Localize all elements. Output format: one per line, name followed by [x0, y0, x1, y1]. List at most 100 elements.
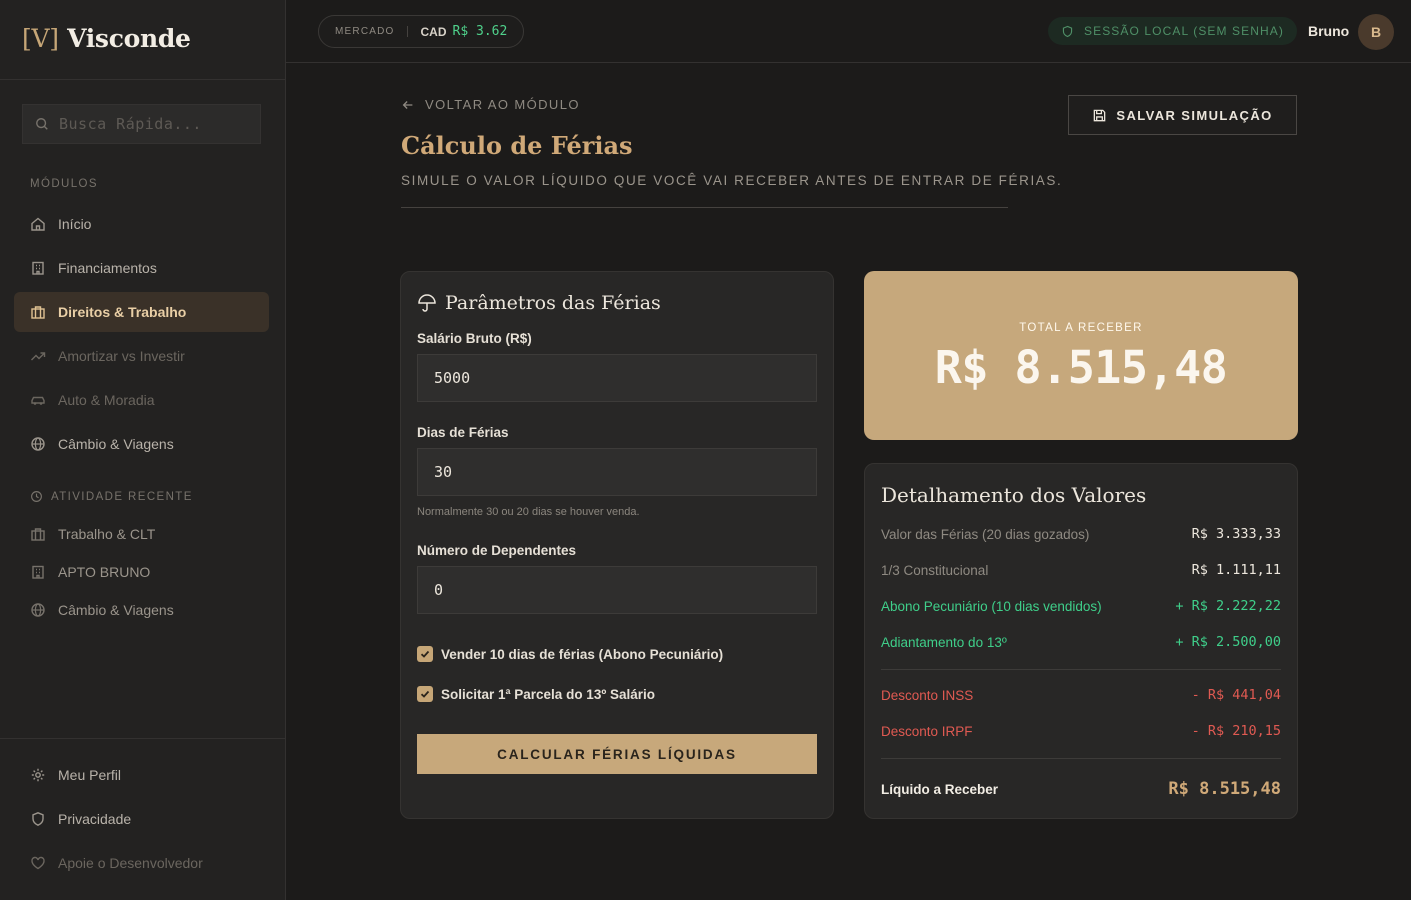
detail-row-label: Desconto IRPF [881, 723, 973, 739]
market-currency: CAD [420, 24, 447, 39]
details-divider [881, 669, 1281, 670]
building-icon [32, 565, 44, 579]
dependents-label: Número de Dependentes [417, 543, 577, 558]
back-label: VOLTAR AO MÓDULO [425, 97, 580, 112]
detail-row-label: Desconto INSS [881, 687, 974, 703]
umbrella-icon [418, 294, 436, 312]
detail-row-abono: Abono Pecuniário (10 dias vendidos) + R$… [881, 598, 1281, 614]
sidebar-item-label: Privacidade [58, 811, 132, 827]
detail-row-value: + R$ 2.222,22 [1175, 598, 1281, 614]
thirteenth-label: Solicitar 1ª Parcela do 13º Salário [441, 686, 656, 702]
days-input[interactable]: 30 [417, 448, 817, 496]
params-title-label: Parâmetros das Férias [445, 292, 661, 314]
sidebar-item-direitos-trabalho[interactable]: Direitos & Trabalho [14, 292, 269, 332]
save-simulation-button[interactable]: SALVAR SIMULAÇÃO [1068, 95, 1297, 135]
recent-heading: ATIVIDADE RECENTE [30, 490, 193, 503]
trend-up-icon [31, 352, 46, 361]
session-label: SESSÃO LOCAL (SEM SENHA) [1084, 24, 1285, 38]
sidebar-item-amortizar[interactable]: Amortizar vs Investir [14, 336, 269, 376]
sidebar-item-label: Meu Perfil [58, 767, 122, 783]
search-box[interactable]: Busca Rápida... [22, 104, 261, 144]
detail-row-value: R$ 1.111,11 [1191, 562, 1281, 578]
sidebar-item-privacidade[interactable]: Privacidade [14, 799, 269, 839]
logo-name: Visconde [67, 24, 191, 53]
detail-row-one-third: 1/3 Constitucional R$ 1.111,11 [881, 562, 1281, 578]
sidebar-item-meu-perfil[interactable]: Meu Perfil [14, 755, 269, 795]
check-icon [420, 650, 430, 658]
detail-row-value: + R$ 2.500,00 [1175, 634, 1281, 650]
total-value: R$ 8.515,48 [934, 341, 1228, 394]
recent-item-cambio-viagens[interactable]: Câmbio & Viagens [14, 590, 269, 630]
user-name[interactable]: Bruno [1308, 23, 1349, 39]
vacation-params-card: Parâmetros das Férias Salário Bruto (R$)… [400, 271, 834, 819]
car-icon [31, 396, 45, 405]
salary-label: Salário Bruto (R$) [417, 331, 532, 346]
briefcase-icon [31, 528, 45, 541]
save-label: SALVAR SIMULAÇÃO [1116, 107, 1273, 123]
details-card: Detalhamento dos Valores Valor das Féria… [864, 463, 1298, 819]
app-logo[interactable]: [V] Visconde [22, 24, 191, 53]
recent-item-label: Trabalho & CLT [58, 526, 156, 542]
calculate-button[interactable]: CALCULAR FÉRIAS LÍQUIDAS [417, 734, 817, 774]
check-icon [420, 690, 430, 698]
back-link[interactable]: VOLTAR AO MÓDULO [401, 97, 580, 112]
details-title: Detalhamento dos Valores [881, 483, 1147, 507]
home-icon [31, 217, 45, 231]
gear-icon [31, 768, 45, 782]
modules-heading: MÓDULOS [30, 178, 98, 190]
recent-item-apto-bruno[interactable]: APTO BRUNO [14, 552, 269, 592]
globe-icon [31, 603, 45, 617]
sidebar-item-label: Financiamentos [58, 260, 157, 276]
sidebar-item-auto-moradia[interactable]: Auto & Moradia [14, 380, 269, 420]
thirteenth-checkbox-row[interactable]: Solicitar 1ª Parcela do 13º Salário [417, 686, 655, 702]
net-label: Líquido a Receber [881, 781, 999, 797]
thirteenth-checkbox[interactable] [417, 686, 433, 702]
sidebar-item-label: Direitos & Trabalho [58, 304, 187, 320]
net-value: R$ 8.515,48 [1168, 779, 1281, 799]
save-icon [1094, 109, 1106, 121]
detail-row-value: - R$ 441,04 [1191, 687, 1281, 703]
days-label: Dias de Férias [417, 425, 509, 440]
page-subtitle: SIMULE O VALOR LÍQUIDO QUE VOCÊ VAI RECE… [401, 173, 1063, 188]
salary-input[interactable]: 5000 [417, 354, 817, 402]
sidebar-item-cambio-viagens[interactable]: Câmbio & Viagens [14, 424, 269, 464]
sell-days-checkbox-row[interactable]: Vender 10 dias de férias (Abono Pecuniár… [417, 646, 723, 662]
session-badge: SESSÃO LOCAL (SEM SENHA) [1048, 17, 1298, 45]
detail-row-value: R$ 3.333,33 [1191, 526, 1281, 542]
total-label: TOTAL A RECEBER [1019, 322, 1143, 334]
recent-item-label: Câmbio & Viagens [58, 602, 174, 618]
detail-row-label: 1/3 Constitucional [881, 562, 989, 578]
detail-row-vacation: Valor das Férias (20 dias gozados) R$ 3.… [881, 526, 1281, 542]
detail-row-irpf: Desconto IRPF - R$ 210,15 [881, 723, 1281, 739]
sidebar-item-label: Auto & Moradia [58, 392, 155, 408]
sidebar-item-label: Câmbio & Viagens [58, 436, 174, 452]
sidebar-item-label: Amortizar vs Investir [58, 348, 185, 364]
page-title: Cálculo de Férias [401, 131, 633, 160]
total-card: TOTAL A RECEBER R$ 8.515,48 [864, 271, 1298, 440]
shield-icon [1062, 25, 1073, 37]
search-input[interactable]: Busca Rápida... [59, 115, 202, 133]
market-ticker[interactable]: MERCADO CAD R$ 3.62 [318, 15, 525, 48]
detail-row-label: Adiantamento do 13º [881, 634, 1007, 650]
globe-icon [31, 437, 45, 451]
params-title: Parâmetros das Férias [417, 292, 661, 314]
topbar: MERCADO CAD R$ 3.62 SESSÃO LOCAL (SEM SE… [286, 0, 1411, 63]
avatar[interactable]: B [1358, 14, 1394, 50]
sidebar-item-label: Início [58, 216, 92, 232]
sidebar-item-inicio[interactable]: Início [14, 204, 269, 244]
detail-row-13th: Adiantamento do 13º + R$ 2.500,00 [881, 634, 1281, 650]
sell-days-label: Vender 10 dias de férias (Abono Pecuniár… [441, 646, 724, 662]
dependents-input[interactable]: 0 [417, 566, 817, 614]
sidebar-item-financiamentos[interactable]: Financiamentos [14, 248, 269, 288]
detail-row-label: Valor das Férias (20 dias gozados) [881, 526, 1090, 542]
sidebar-item-apoie[interactable]: Apoie o Desenvolvedor [14, 843, 269, 883]
sell-days-checkbox[interactable] [417, 646, 433, 662]
briefcase-icon [31, 306, 45, 319]
logo-bracket: [V] [22, 24, 59, 53]
details-divider [881, 758, 1281, 759]
header-divider [401, 207, 1008, 208]
arrow-left-icon [402, 100, 413, 109]
shield-icon [32, 812, 44, 826]
recent-heading-label: ATIVIDADE RECENTE [51, 490, 193, 503]
recent-item-trabalho-clt[interactable]: Trabalho & CLT [14, 514, 269, 554]
